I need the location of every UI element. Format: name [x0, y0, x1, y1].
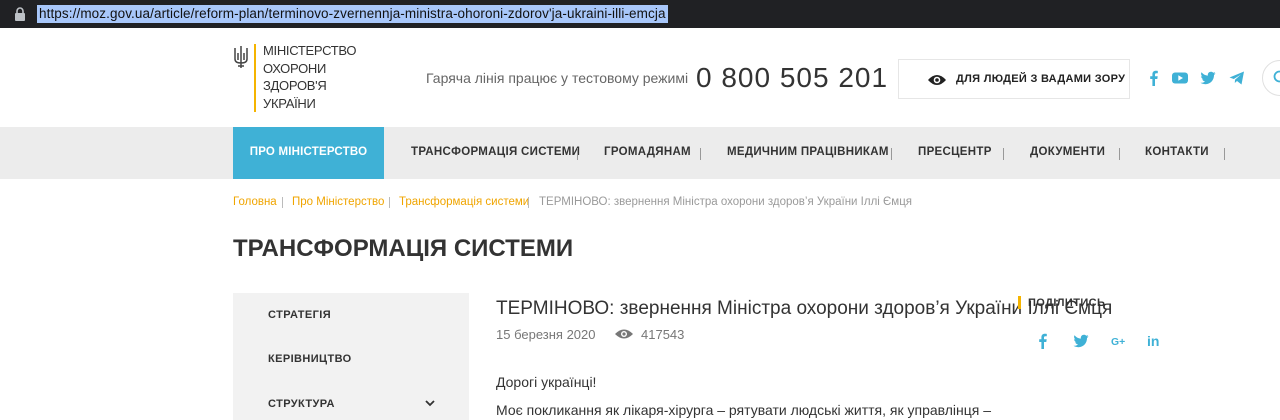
svg-text:G+: G+ — [1111, 337, 1125, 348]
logo-line: України — [263, 95, 316, 111]
twitter-icon[interactable] — [1200, 70, 1216, 86]
share-accent-bar — [1018, 296, 1021, 309]
logo-line: здоров'я — [263, 78, 327, 93]
breadcrumb-about-ministry[interactable]: Про Міністерство — [292, 196, 384, 208]
youtube-icon[interactable] — [1172, 70, 1188, 86]
url-text[interactable]: https://moz.gov.ua/article/reform-plan/t… — [37, 5, 668, 23]
nav-item-medical-workers[interactable]: МЕДИЧНИМ ПРАЦІВНИКАМ — [727, 146, 889, 158]
eye-icon — [928, 75, 946, 85]
nav-item-about-ministry[interactable]: ПРО МІНІСТЕРСТВО — [233, 127, 384, 179]
svg-text:in: in — [1147, 333, 1159, 349]
logo-accent-bar — [254, 44, 256, 112]
share-label: ПОДІЛИТИСЬ — [1028, 297, 1106, 309]
search-button[interactable] — [1262, 60, 1280, 96]
nav-item-label: ПРО МІНІСТЕРСТВО — [249, 146, 368, 158]
nav-item-contacts[interactable]: КОНТАКТИ — [1145, 146, 1209, 158]
low-vision-label: ДЛЯ ЛЮДЕЙ З ВАДАМИ ЗОРУ — [956, 73, 1126, 85]
facebook-icon[interactable] — [1035, 333, 1051, 349]
nav-divider — [1119, 148, 1120, 160]
nav-item-press-center[interactable]: ПРЕСЦЕНТР — [918, 146, 992, 158]
article-paragraph: Дорогі українці! — [496, 374, 597, 390]
search-icon — [1273, 70, 1280, 83]
breadcrumb-divider — [528, 197, 529, 208]
telegram-icon[interactable] — [1229, 70, 1245, 86]
nav-divider — [700, 148, 701, 160]
article-views: 417543 — [641, 327, 685, 342]
chevron-down-icon[interactable] — [424, 397, 436, 409]
google-plus-icon[interactable]: G+ — [1111, 333, 1127, 349]
breadcrumb-home[interactable]: Головна — [233, 196, 277, 208]
nav-item-citizens[interactable]: ГРОМАДЯНАМ — [604, 146, 691, 158]
trident-emblem-icon — [234, 46, 248, 68]
nav-divider — [891, 148, 892, 160]
logo-text: Міністерство охорони здоров'я України — [263, 42, 356, 112]
page-title: ТРАНСФОРМАЦІЯ СИСТЕМИ — [233, 235, 574, 262]
logo-line: охорони — [263, 60, 327, 76]
breadcrumb-current: ТЕРМІНОВО: звернення Міністра охорони зд… — [539, 196, 913, 208]
facebook-icon[interactable] — [1146, 70, 1162, 86]
browser-address-bar[interactable]: https://moz.gov.ua/article/reform-plan/t… — [0, 0, 1280, 28]
nav-divider — [1224, 148, 1225, 160]
nav-item-documents[interactable]: ДОКУМЕНТИ — [1030, 146, 1105, 158]
views-eye-icon — [615, 329, 633, 339]
sidebar-item-leadership[interactable]: КЕРІВНИЦТВО — [268, 353, 352, 365]
article-date: 15 березня 2020 — [496, 327, 596, 342]
breadcrumb-divider — [389, 197, 390, 208]
low-vision-button[interactable]: ДЛЯ ЛЮДЕЙ З ВАДАМИ ЗОРУ — [898, 59, 1130, 99]
breadcrumb-divider — [282, 197, 283, 208]
breadcrumb-system-transformation[interactable]: Трансформація системи — [399, 196, 529, 208]
lock-icon — [15, 7, 25, 21]
hotline-number[interactable]: 0 800 505 201 — [696, 62, 888, 94]
nav-divider — [577, 148, 578, 160]
nav-divider — [1003, 148, 1004, 160]
article-paragraph: Моє покликання як лікаря-хірурга – рятув… — [496, 402, 992, 418]
nav-item-system-transformation[interactable]: ТРАНСФОРМАЦІЯ СИСТЕМИ — [411, 146, 580, 158]
sidebar-item-structure[interactable]: СТРУКТУРА — [268, 398, 335, 410]
sidebar-item-strategy[interactable]: СТРАТЕГІЯ — [268, 309, 331, 321]
twitter-icon[interactable] — [1073, 333, 1089, 349]
linkedin-icon[interactable]: in — [1147, 333, 1163, 349]
logo-line: Міністерство — [263, 43, 357, 58]
hotline-label: Гаряча лінія працює у тестовому режимі — [426, 70, 689, 86]
